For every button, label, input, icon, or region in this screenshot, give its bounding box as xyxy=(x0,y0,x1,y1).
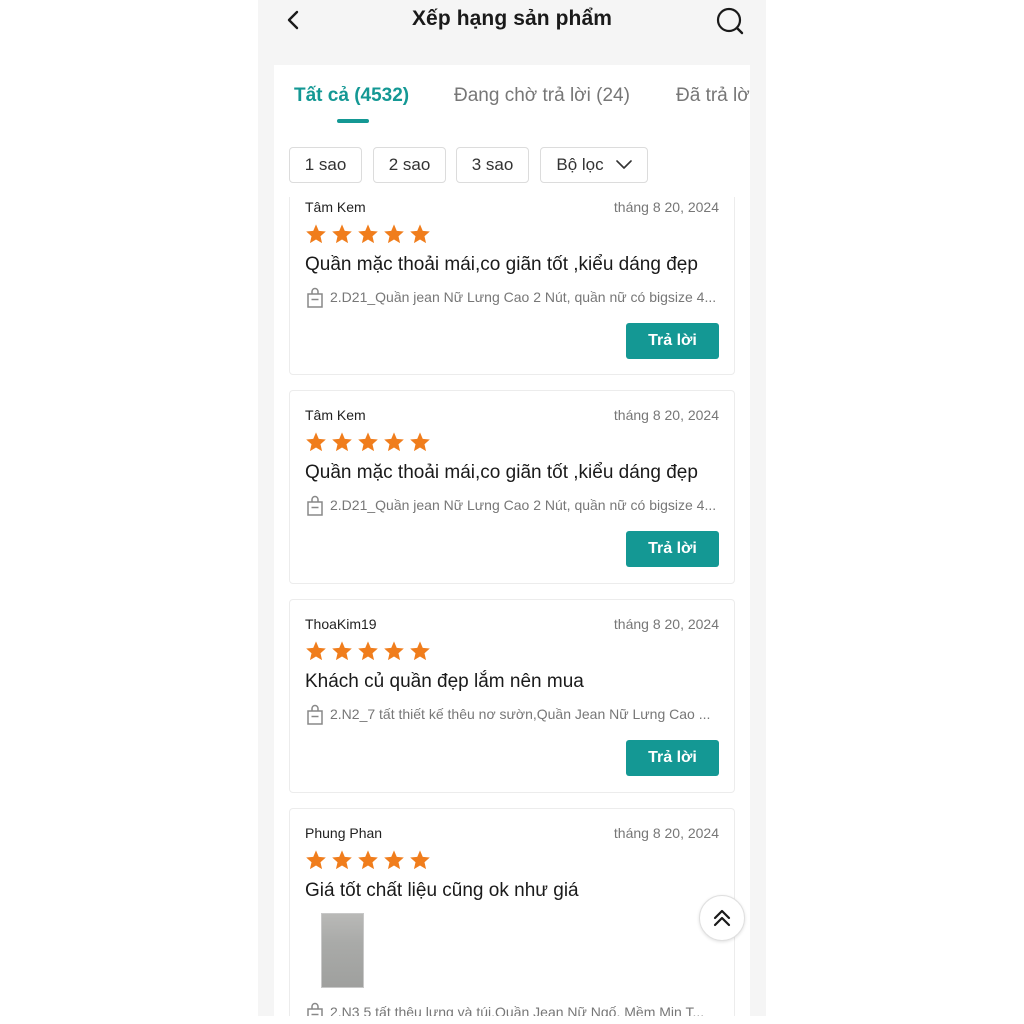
star-icon xyxy=(306,432,326,452)
star-icon xyxy=(384,224,404,244)
star-rating xyxy=(305,640,435,664)
review-comment: Giá tốt chất liệu cũng ok như giá xyxy=(305,880,579,901)
review-card: Phung Phan tháng 8 20, 2024 Giá tốt chất… xyxy=(289,808,735,1016)
star-icon xyxy=(332,224,352,244)
star-icon xyxy=(410,850,430,870)
tab-bar: Tất cả (4532) Đang chờ trả lời (24) Đã t… xyxy=(274,65,750,127)
filter-label: 3 sao xyxy=(471,155,514,174)
reviewer-name: Phung Phan xyxy=(305,825,383,841)
star-icon xyxy=(306,850,326,870)
star-icon xyxy=(306,641,326,661)
reply-button[interactable]: Trả lời xyxy=(626,323,719,359)
review-panel: Tất cả (4532) Đang chờ trả lời (24) Đã t… xyxy=(274,65,750,1016)
filter-1-star[interactable]: 1 sao xyxy=(289,147,362,183)
star-icon xyxy=(384,432,404,452)
shopping-bag-icon xyxy=(307,1002,323,1016)
star-icon xyxy=(384,850,404,870)
review-card: Tâm Kem tháng 8 20, 2024 Quần mặc thoải … xyxy=(289,197,735,375)
filter-label: 2 sao xyxy=(388,155,431,174)
review-list: Tâm Kem tháng 8 20, 2024 Quần mặc thoải … xyxy=(289,197,735,1016)
tab-replied[interactable]: Đã trả lời xyxy=(676,85,750,107)
review-date: tháng 8 20, 2024 xyxy=(613,407,719,423)
product-name: 2.D21_Quần jean Nữ Lưng Cao 2 Nút, quần … xyxy=(330,289,717,305)
review-comment: Quần mặc thoải mái,co giãn tốt ,kiểu dán… xyxy=(305,254,698,275)
star-icon xyxy=(306,224,326,244)
filter-dropdown[interactable]: Bộ lọc xyxy=(540,147,648,183)
product-link[interactable]: 2.D21_Quần jean Nữ Lưng Cao 2 Nút, quần … xyxy=(305,495,721,517)
product-link[interactable]: 2.D21_Quần jean Nữ Lưng Cao 2 Nút, quần … xyxy=(305,287,721,309)
review-date: tháng 8 20, 2024 xyxy=(613,825,719,841)
reply-button[interactable]: Trả lời xyxy=(626,531,719,567)
review-screen: Xếp hạng sản phẩm Tất cả (4532) Đang chờ… xyxy=(258,0,766,1016)
scroll-to-top-button[interactable] xyxy=(699,895,745,941)
header: Xếp hạng sản phẩm xyxy=(258,0,766,42)
shopping-bag-icon xyxy=(307,704,323,725)
star-icon xyxy=(358,432,378,452)
reviewer-name: Tâm Kem xyxy=(305,407,366,423)
reviewer-name: Tâm Kem xyxy=(305,199,366,215)
star-rating xyxy=(305,849,435,873)
star-icon xyxy=(410,641,430,661)
reply-button[interactable]: Trả lời xyxy=(626,740,719,776)
review-card: ThoaKim19 tháng 8 20, 2024 Khách củ quần… xyxy=(289,599,735,793)
star-icon xyxy=(384,641,404,661)
tab-all[interactable]: Tất cả (4532) xyxy=(294,85,409,107)
search-icon[interactable] xyxy=(714,5,746,37)
filter-label: Bộ lọc xyxy=(556,155,604,174)
product-name: 2.N3 5 tất thêu lưng và túi,Quần Jean Nữ… xyxy=(330,1004,705,1016)
shopping-bag-icon xyxy=(307,495,323,516)
product-name: 2.D21_Quần jean Nữ Lưng Cao 2 Nút, quần … xyxy=(330,497,717,513)
star-rating xyxy=(305,223,435,247)
tab-awaiting-reply[interactable]: Đang chờ trả lời (24) xyxy=(454,85,630,107)
review-date: tháng 8 20, 2024 xyxy=(613,616,719,632)
star-icon xyxy=(358,641,378,661)
star-icon xyxy=(332,432,352,452)
filter-2-star[interactable]: 2 sao xyxy=(373,147,446,183)
review-comment: Quần mặc thoải mái,co giãn tốt ,kiểu dán… xyxy=(305,462,698,483)
reviewer-name: ThoaKim19 xyxy=(305,616,377,632)
active-tab-indicator xyxy=(337,119,369,123)
review-date: tháng 8 20, 2024 xyxy=(613,199,719,215)
review-photo[interactable] xyxy=(321,913,364,988)
star-icon xyxy=(358,850,378,870)
review-card: Tâm Kem tháng 8 20, 2024 Quần mặc thoải … xyxy=(289,390,735,584)
star-rating xyxy=(305,431,435,455)
star-icon xyxy=(332,850,352,870)
filter-3-star[interactable]: 3 sao xyxy=(456,147,529,183)
star-icon xyxy=(332,641,352,661)
star-icon xyxy=(410,432,430,452)
product-name: 2.N2_7 tất thiết kế thêu nơ sườn,Quần Je… xyxy=(330,706,711,722)
double-chevron-up-icon xyxy=(713,909,731,927)
product-link[interactable]: 2.N3 5 tất thêu lưng và túi,Quần Jean Nữ… xyxy=(305,1002,721,1016)
star-icon xyxy=(410,224,430,244)
product-link[interactable]: 2.N2_7 tất thiết kế thêu nơ sườn,Quần Je… xyxy=(305,704,721,726)
page-title: Xếp hạng sản phẩm xyxy=(411,7,613,30)
star-icon xyxy=(358,224,378,244)
filter-label: 1 sao xyxy=(304,155,347,174)
chevron-down-icon xyxy=(615,160,632,169)
shopping-bag-icon xyxy=(307,287,323,308)
review-comment: Khách củ quần đẹp lắm nên mua xyxy=(305,671,584,692)
